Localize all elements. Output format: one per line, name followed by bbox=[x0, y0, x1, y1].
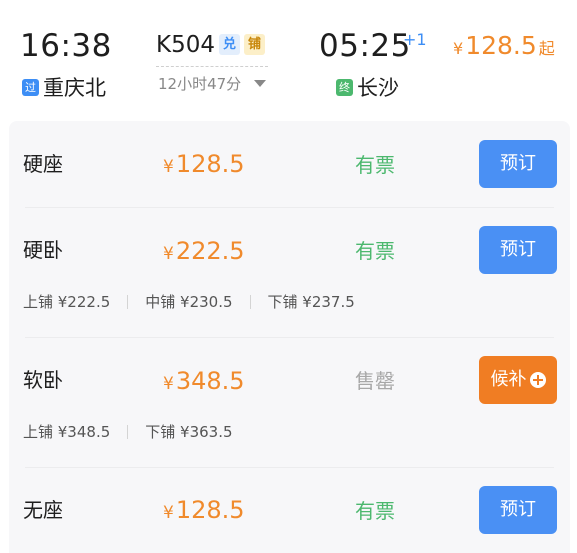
departure-time: 16:38 bbox=[20, 28, 112, 64]
ticket-status: 售罄 bbox=[355, 369, 395, 393]
currency-symbol: ¥ bbox=[163, 374, 174, 394]
arrival-time: 05:25 bbox=[319, 28, 411, 64]
redeem-badge: 兑 bbox=[219, 34, 240, 55]
train-header: 16:38 过 重庆北 K504 兑 铺 12小时47分 05:25 +1 终 … bbox=[0, 0, 577, 112]
seat-price: ¥ 128.5 bbox=[163, 495, 245, 528]
seat-row-soft-sleeper: 软卧 ¥ 348.5 售罄 候补 上铺 ¥348.5 下铺 ¥363.5 bbox=[9, 337, 570, 467]
ticket-status: 有票 bbox=[355, 239, 395, 263]
seat-type-name: 硬卧 bbox=[23, 238, 63, 262]
berth-prices: 上铺 ¥348.5 下铺 ¥363.5 bbox=[23, 422, 233, 442]
seat-row-hard-seat: 硬座 ¥ 128.5 有票 预订 bbox=[9, 121, 570, 207]
seat-price-amount: 348.5 bbox=[175, 367, 245, 395]
seat-options-panel: 硬座 ¥ 128.5 有票 预订 硬卧 ¥ 222.5 有票 预订 上铺 ¥22… bbox=[9, 121, 570, 553]
caret-down-icon[interactable] bbox=[254, 80, 266, 87]
seat-type-name: 软卧 bbox=[23, 368, 63, 392]
waitlist-label: 候补 bbox=[490, 369, 527, 390]
separator bbox=[249, 295, 251, 309]
seat-price-amount: 128.5 bbox=[175, 496, 245, 524]
lower-berth-price: 下铺 ¥363.5 bbox=[145, 423, 233, 441]
terminal-tag: 终 bbox=[336, 78, 353, 96]
arrival-day-offset: +1 bbox=[403, 30, 427, 49]
upper-berth-price: 上铺 ¥348.5 bbox=[23, 423, 111, 441]
seat-type-name: 无座 bbox=[23, 498, 63, 522]
arrival-station: 终 长沙 bbox=[336, 74, 399, 100]
ticket-status: 有票 bbox=[355, 153, 395, 177]
book-button[interactable]: 预订 bbox=[479, 140, 557, 188]
train-number: K504 bbox=[156, 32, 215, 58]
book-button[interactable]: 预订 bbox=[479, 226, 557, 274]
price-from-suffix: 起 bbox=[538, 39, 555, 58]
upper-berth-price: 上铺 ¥222.5 bbox=[23, 293, 111, 311]
lowest-price-amount: 128.5 bbox=[465, 31, 537, 60]
travel-duration[interactable]: 12小时47分 bbox=[158, 73, 241, 95]
berth-badge: 铺 bbox=[244, 34, 265, 55]
waitlist-button[interactable]: 候补 bbox=[479, 356, 557, 404]
arrival-station-name: 长沙 bbox=[357, 76, 399, 100]
seat-price: ¥ 222.5 bbox=[163, 236, 245, 269]
berth-prices: 上铺 ¥222.5 中铺 ¥230.5 下铺 ¥237.5 bbox=[23, 292, 355, 312]
departure-station-name: 重庆北 bbox=[43, 76, 106, 100]
seat-price: ¥ 128.5 bbox=[163, 149, 245, 182]
book-button[interactable]: 预订 bbox=[479, 486, 557, 534]
currency-symbol: ¥ bbox=[163, 157, 174, 177]
seat-price: ¥ 348.5 bbox=[163, 366, 245, 399]
pass-through-tag: 过 bbox=[22, 78, 39, 96]
currency-symbol: ¥ bbox=[453, 39, 464, 58]
lower-berth-price: 下铺 ¥237.5 bbox=[267, 293, 355, 311]
seat-row-hard-sleeper: 硬卧 ¥ 222.5 有票 预订 上铺 ¥222.5 中铺 ¥230.5 下铺 … bbox=[9, 207, 570, 337]
seat-price-amount: 222.5 bbox=[175, 237, 245, 265]
duration-divider bbox=[156, 66, 268, 67]
currency-symbol: ¥ bbox=[163, 503, 174, 523]
middle-berth-price: 中铺 ¥230.5 bbox=[145, 293, 233, 311]
currency-symbol: ¥ bbox=[163, 244, 174, 264]
seat-price-amount: 128.5 bbox=[175, 150, 245, 178]
lowest-price: ¥ 128.5 起 bbox=[453, 31, 555, 64]
departure-station: 过 重庆北 bbox=[22, 74, 106, 100]
seat-row-standing: 无座 ¥ 128.5 有票 预订 bbox=[9, 467, 570, 553]
seat-type-name: 硬座 bbox=[23, 152, 63, 176]
plus-circle-icon bbox=[529, 372, 546, 388]
separator bbox=[127, 425, 129, 439]
ticket-status: 有票 bbox=[355, 499, 395, 523]
separator bbox=[127, 295, 129, 309]
